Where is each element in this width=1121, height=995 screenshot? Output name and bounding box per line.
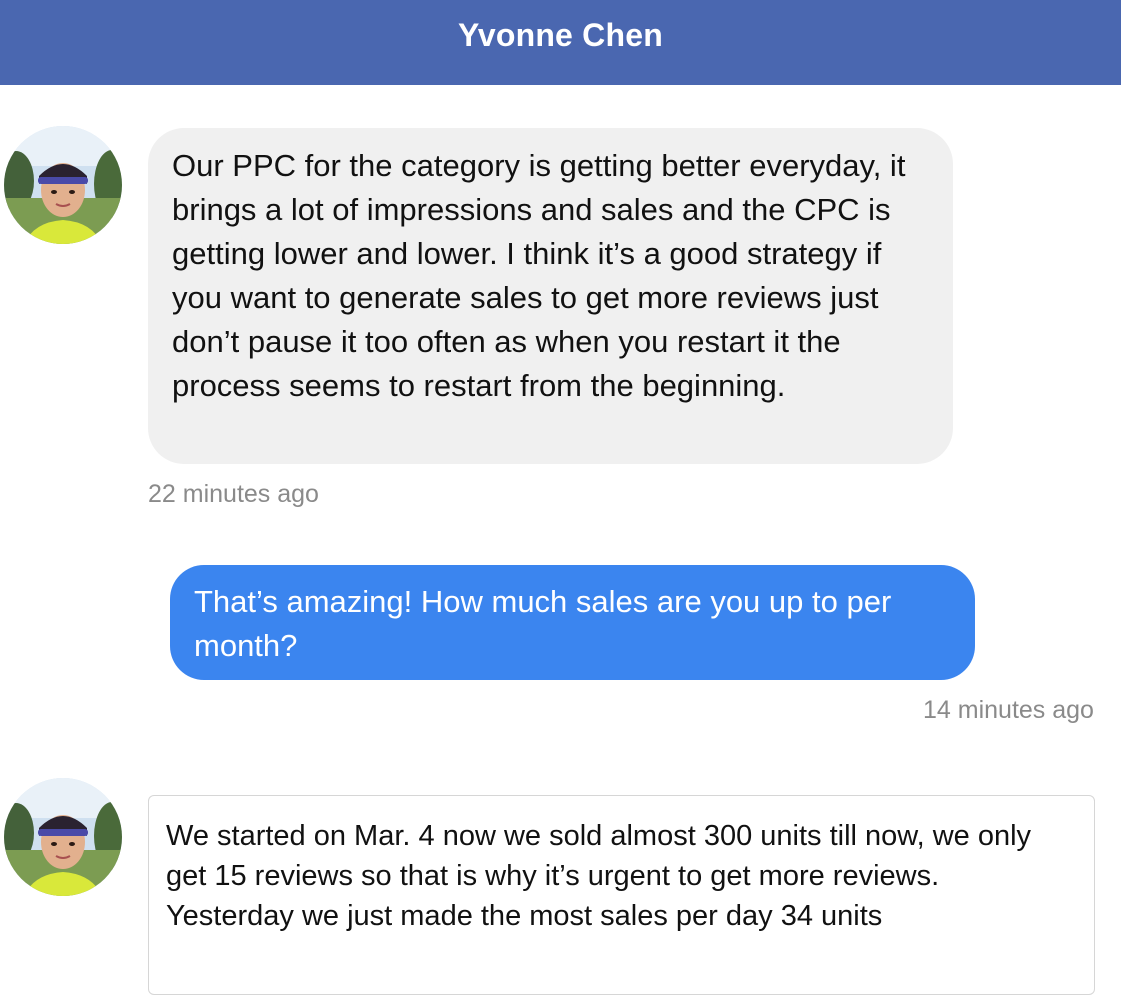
message-timestamp: 14 minutes ago (923, 696, 1094, 724)
avatar[interactable] (4, 126, 122, 244)
chat-header: Yvonne Chen (0, 0, 1121, 85)
avatar[interactable] (4, 778, 122, 896)
message-timestamp: 22 minutes ago (148, 480, 319, 508)
message-bubble-incoming-card[interactable]: We started on Mar. 4 now we sold almost … (148, 795, 1095, 995)
contact-name[interactable]: Yvonne Chen (458, 17, 663, 54)
message-bubble-outgoing[interactable]: That’s amazing! How much sales are you u… (170, 565, 975, 680)
avatar-photo (4, 126, 122, 244)
message-bubble-incoming[interactable]: Our PPC for the category is getting bett… (148, 128, 953, 464)
avatar-photo (4, 778, 122, 896)
